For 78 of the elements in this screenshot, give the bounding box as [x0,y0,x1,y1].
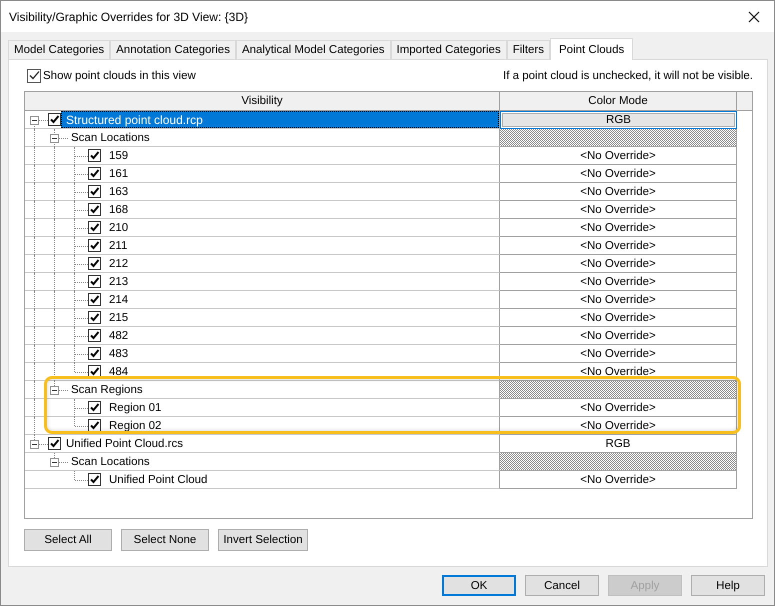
tree-item[interactable]: 215 [104,309,499,326]
checkbox[interactable] [88,221,101,234]
tree-item[interactable]: Unified Point Cloud [104,471,499,488]
table-cell[interactable]: <No Override> [500,471,737,489]
checkbox-label: Show point clouds in this view [43,70,196,82]
table-cell[interactable]: <No Override> [500,417,737,435]
tree-item[interactable]: 168 [104,201,499,218]
checkbox[interactable] [88,275,101,288]
tree-item[interactable]: 214 [104,291,499,308]
checkbox[interactable] [88,401,101,414]
collapse-icon[interactable] [50,134,59,142]
color-mode-dropdown[interactable]: RGB [502,113,735,127]
table-cell[interactable]: <No Override> [500,291,737,309]
checkbox[interactable] [88,311,101,324]
checkbox[interactable] [88,257,101,270]
hint-text: If a point cloud is unchecked, it will not be visible. [503,70,753,82]
tree-item[interactable]: 213 [104,273,499,290]
checkbox[interactable] [88,149,101,162]
tab[interactable]: Point Clouds [550,38,634,60]
table-cell[interactable]: <No Override> [500,309,737,327]
checkbox[interactable] [88,293,101,306]
tree-item[interactable]: Scan Regions [65,381,499,398]
checkbox[interactable] [27,68,41,82]
checkbox[interactable] [48,437,61,450]
selection-button[interactable]: Invert Selection [218,529,308,551]
tree-item[interactable]: 483 [104,345,499,362]
checkbox[interactable] [88,185,101,198]
tree-item[interactable]: 212 [104,255,499,272]
tree-item[interactable]: 482 [104,327,499,344]
checkbox[interactable] [88,167,101,180]
tab[interactable]: Imported Categories [390,40,507,59]
window-title: Visibility/Graphic Overrides for 3D View: {3D} [9,10,248,24]
table-cell[interactable]: <No Override> [500,147,737,165]
tree-item[interactable]: 484 [104,363,499,380]
table-cell[interactable]: <No Override> [500,273,737,291]
table-cell[interactable]: <No Override> [500,327,737,345]
tree-item[interactable]: Region 01 [104,399,499,416]
table-cell[interactable]: <No Override> [500,255,737,273]
table-cell[interactable]: <No Override> [500,183,737,201]
tree-item[interactable]: Structured point cloud.rcp [61,111,499,128]
tree-item[interactable]: 211 [104,237,499,254]
checkbox[interactable] [88,239,101,252]
column-header[interactable]: Visibility [25,92,500,111]
tab[interactable]: Annotation Categories [110,40,236,59]
checkbox[interactable] [88,329,101,342]
column-header[interactable]: Color Mode [500,92,737,111]
table-cell[interactable]: <No Override> [500,237,737,255]
tree-item[interactable]: Scan Locations [65,129,499,146]
tab[interactable]: Filters [506,40,550,59]
table-cell[interactable]: <No Override> [500,165,737,183]
checkbox[interactable] [88,203,101,216]
tree-item[interactable]: 161 [104,165,499,182]
collapse-icon[interactable] [50,386,59,394]
table-cell[interactable]: <No Override> [500,399,737,417]
tree-item[interactable]: 159 [104,147,499,164]
dialog-button[interactable]: Help [691,575,765,596]
dialog-button[interactable]: OK [442,575,516,596]
tree-item[interactable]: Unified Point Cloud.rcs [61,435,499,452]
checkbox[interactable] [88,473,101,486]
close-icon[interactable] [748,10,760,22]
tree-item[interactable]: Scan Locations [65,453,499,470]
tab[interactable]: Analytical Model Categories [236,40,390,59]
selection-button[interactable]: Select All [24,529,112,551]
table-cell[interactable]: <No Override> [500,219,737,237]
tree-item[interactable]: 210 [104,219,499,236]
checkbox[interactable] [48,113,61,126]
checkbox[interactable] [88,419,101,432]
tree-item[interactable]: Region 02 [104,417,499,434]
tab[interactable]: Model Categories [8,40,110,59]
tree-item[interactable]: 163 [104,183,499,200]
table-cell[interactable]: <No Override> [500,345,737,363]
dialog-button[interactable]: Cancel [525,575,599,596]
collapse-icon[interactable] [50,458,59,466]
collapse-icon[interactable] [30,440,39,448]
selection-button[interactable]: Select None [121,529,209,551]
table-cell[interactable]: <No Override> [500,201,737,219]
collapse-icon[interactable] [30,116,39,124]
checkbox[interactable] [88,347,101,360]
